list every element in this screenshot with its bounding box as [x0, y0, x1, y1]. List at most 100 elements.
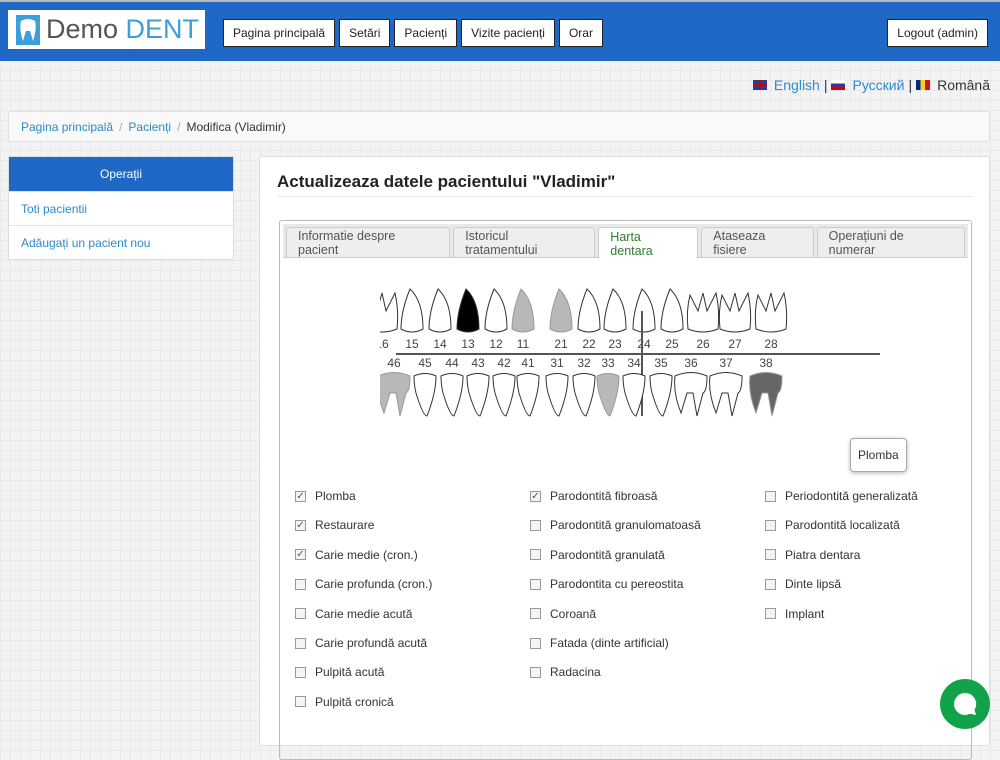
checkbox-item[interactable]: Implant [765, 607, 824, 621]
breadcrumb-home[interactable]: Pagina principală [21, 120, 113, 134]
checkbox[interactable] [530, 666, 541, 678]
checkbox[interactable] [765, 608, 776, 620]
tab-2[interactable]: Harta dentara [598, 227, 699, 259]
tooth-number: 45 [418, 356, 432, 370]
logout-button[interactable]: Logout (admin) [887, 19, 988, 47]
tooth-26[interactable] [686, 291, 720, 333]
checkbox-item[interactable]: Carie medie acută [295, 607, 412, 621]
chat-button[interactable] [940, 679, 990, 729]
checkbox-item[interactable]: Carie profundă acută [295, 636, 427, 650]
checkbox-label: Carie profundă acută [315, 636, 428, 650]
checkbox-item[interactable]: ✓ Restaurare [295, 518, 374, 532]
nav-patients[interactable]: Pacienți [394, 19, 458, 47]
tooth-44[interactable] [440, 373, 464, 417]
tab-0[interactable]: Informatie despre pacient [286, 227, 451, 257]
checkbox-item[interactable]: Parodontită granulomatoasă [530, 518, 701, 532]
checkbox-item[interactable]: ✓ Carie medie (cron.) [295, 548, 418, 562]
tooth-number: 36 [684, 356, 698, 370]
tooth-25[interactable] [660, 288, 684, 333]
tooth-38[interactable] [749, 372, 783, 417]
tooth-27[interactable] [718, 291, 752, 333]
tab-3[interactable]: Ataseaza fisiere [701, 227, 814, 257]
checkbox[interactable] [530, 549, 541, 561]
checkbox[interactable] [530, 578, 541, 590]
checkbox-item[interactable]: Parodontita cu pereostita [530, 577, 683, 591]
tooth-45[interactable] [413, 373, 437, 417]
checkbox[interactable]: ✓ [295, 519, 306, 531]
tooth-31[interactable] [545, 373, 569, 417]
tooth-32[interactable] [572, 373, 596, 417]
tooth-14[interactable] [428, 288, 452, 333]
checkbox[interactable] [765, 490, 776, 502]
checkbox-label: Carie medie acută [315, 606, 413, 621]
tooth-22[interactable] [577, 288, 601, 333]
checkbox-item[interactable]: ✓ Plomba [295, 489, 356, 503]
language-switcher: English | Русский | Română [752, 77, 990, 93]
tooth-43[interactable] [466, 373, 490, 417]
nav-home[interactable]: Pagina principală [223, 19, 336, 47]
tab-4[interactable]: Operațiuni de numerar [816, 227, 965, 257]
checkbox-item[interactable]: Dinte lipsă [765, 577, 841, 591]
tooth-28[interactable] [754, 291, 788, 333]
checkbox-label: Parodontită granulomatoasă [550, 518, 701, 533]
checkbox-item[interactable]: Fatada (dinte artificial) [530, 636, 669, 650]
checkbox[interactable] [765, 519, 776, 531]
tooth-46[interactable] [380, 372, 411, 417]
checkbox[interactable]: ✓ [530, 490, 541, 502]
checkbox[interactable] [295, 696, 306, 708]
checkbox-item[interactable]: Coroană [530, 607, 596, 621]
checkbox[interactable] [295, 608, 306, 620]
nav-schedule[interactable]: Orar [558, 19, 603, 47]
checkbox-label: Pulpită cronică [315, 694, 394, 709]
tooth-37[interactable] [709, 372, 743, 417]
lang-english[interactable]: English [774, 77, 820, 93]
checkbox-item[interactable]: Piatra dentara [765, 548, 860, 562]
tooth-23[interactable] [603, 288, 627, 333]
tooth-11[interactable] [511, 288, 535, 333]
checkbox-item[interactable]: Pulpită acută [295, 665, 384, 679]
page-title: Actualizeaza datele pacientului "Vladimi… [277, 172, 616, 191]
sidebar-item-add-patient[interactable]: Adăugați un pacient nou [9, 225, 233, 259]
tooth-36[interactable] [674, 372, 708, 417]
checkbox[interactable] [765, 578, 776, 590]
checkbox[interactable] [295, 578, 306, 590]
checkbox-item[interactable]: ✓ Parodontită fibroasă [530, 489, 657, 503]
tooth-number: 15 [405, 337, 419, 351]
tooth-41[interactable] [516, 373, 540, 417]
nav-patient-visits[interactable]: Vizite pacienți [461, 19, 555, 47]
tooth-number: 38 [759, 356, 773, 370]
checkbox[interactable] [530, 637, 541, 649]
tooth-15[interactable] [400, 288, 424, 333]
tooth-35[interactable] [649, 373, 673, 417]
sidebar-header: Operații [9, 157, 233, 191]
tooth-33[interactable] [596, 373, 620, 417]
logo[interactable]: Demo DENT [8, 10, 205, 49]
tab-1[interactable]: Istoricul tratamentului [453, 227, 596, 257]
sidebar-item-all-patients[interactable]: Toti pacientii [9, 191, 233, 225]
checkbox[interactable] [765, 549, 776, 561]
checkbox-item[interactable]: Pulpită cronică [295, 695, 394, 709]
tooth-12[interactable] [484, 288, 508, 333]
checkbox[interactable] [530, 608, 541, 620]
checkbox[interactable] [295, 637, 306, 649]
tooth-42[interactable] [492, 373, 516, 417]
nav-settings[interactable]: Setări [339, 19, 391, 47]
tooth-24[interactable] [632, 288, 656, 333]
tooltip: Plomba [850, 438, 907, 472]
checkbox-item[interactable]: Periodontită generalizată [765, 489, 918, 503]
checkbox-item[interactable]: Radacina [530, 665, 601, 679]
breadcrumb-patients[interactable]: Pacienți [128, 120, 171, 134]
checkbox-label: Plomba [315, 489, 356, 503]
checkbox[interactable] [530, 519, 541, 531]
tooth-21[interactable] [549, 288, 573, 333]
checkbox-item[interactable]: Carie profunda (cron.) [295, 577, 432, 591]
lang-romanian[interactable]: Română [937, 77, 990, 93]
checkbox-item[interactable]: Parodontită granulată [530, 548, 665, 562]
tooth-16[interactable] [380, 291, 399, 333]
checkbox-item[interactable]: Parodontită localizată [765, 518, 900, 532]
checkbox[interactable] [295, 666, 306, 678]
lang-russian[interactable]: Русский [852, 77, 904, 93]
tooth-13[interactable] [456, 288, 480, 333]
checkbox[interactable]: ✓ [295, 490, 306, 502]
checkbox[interactable]: ✓ [295, 549, 306, 561]
